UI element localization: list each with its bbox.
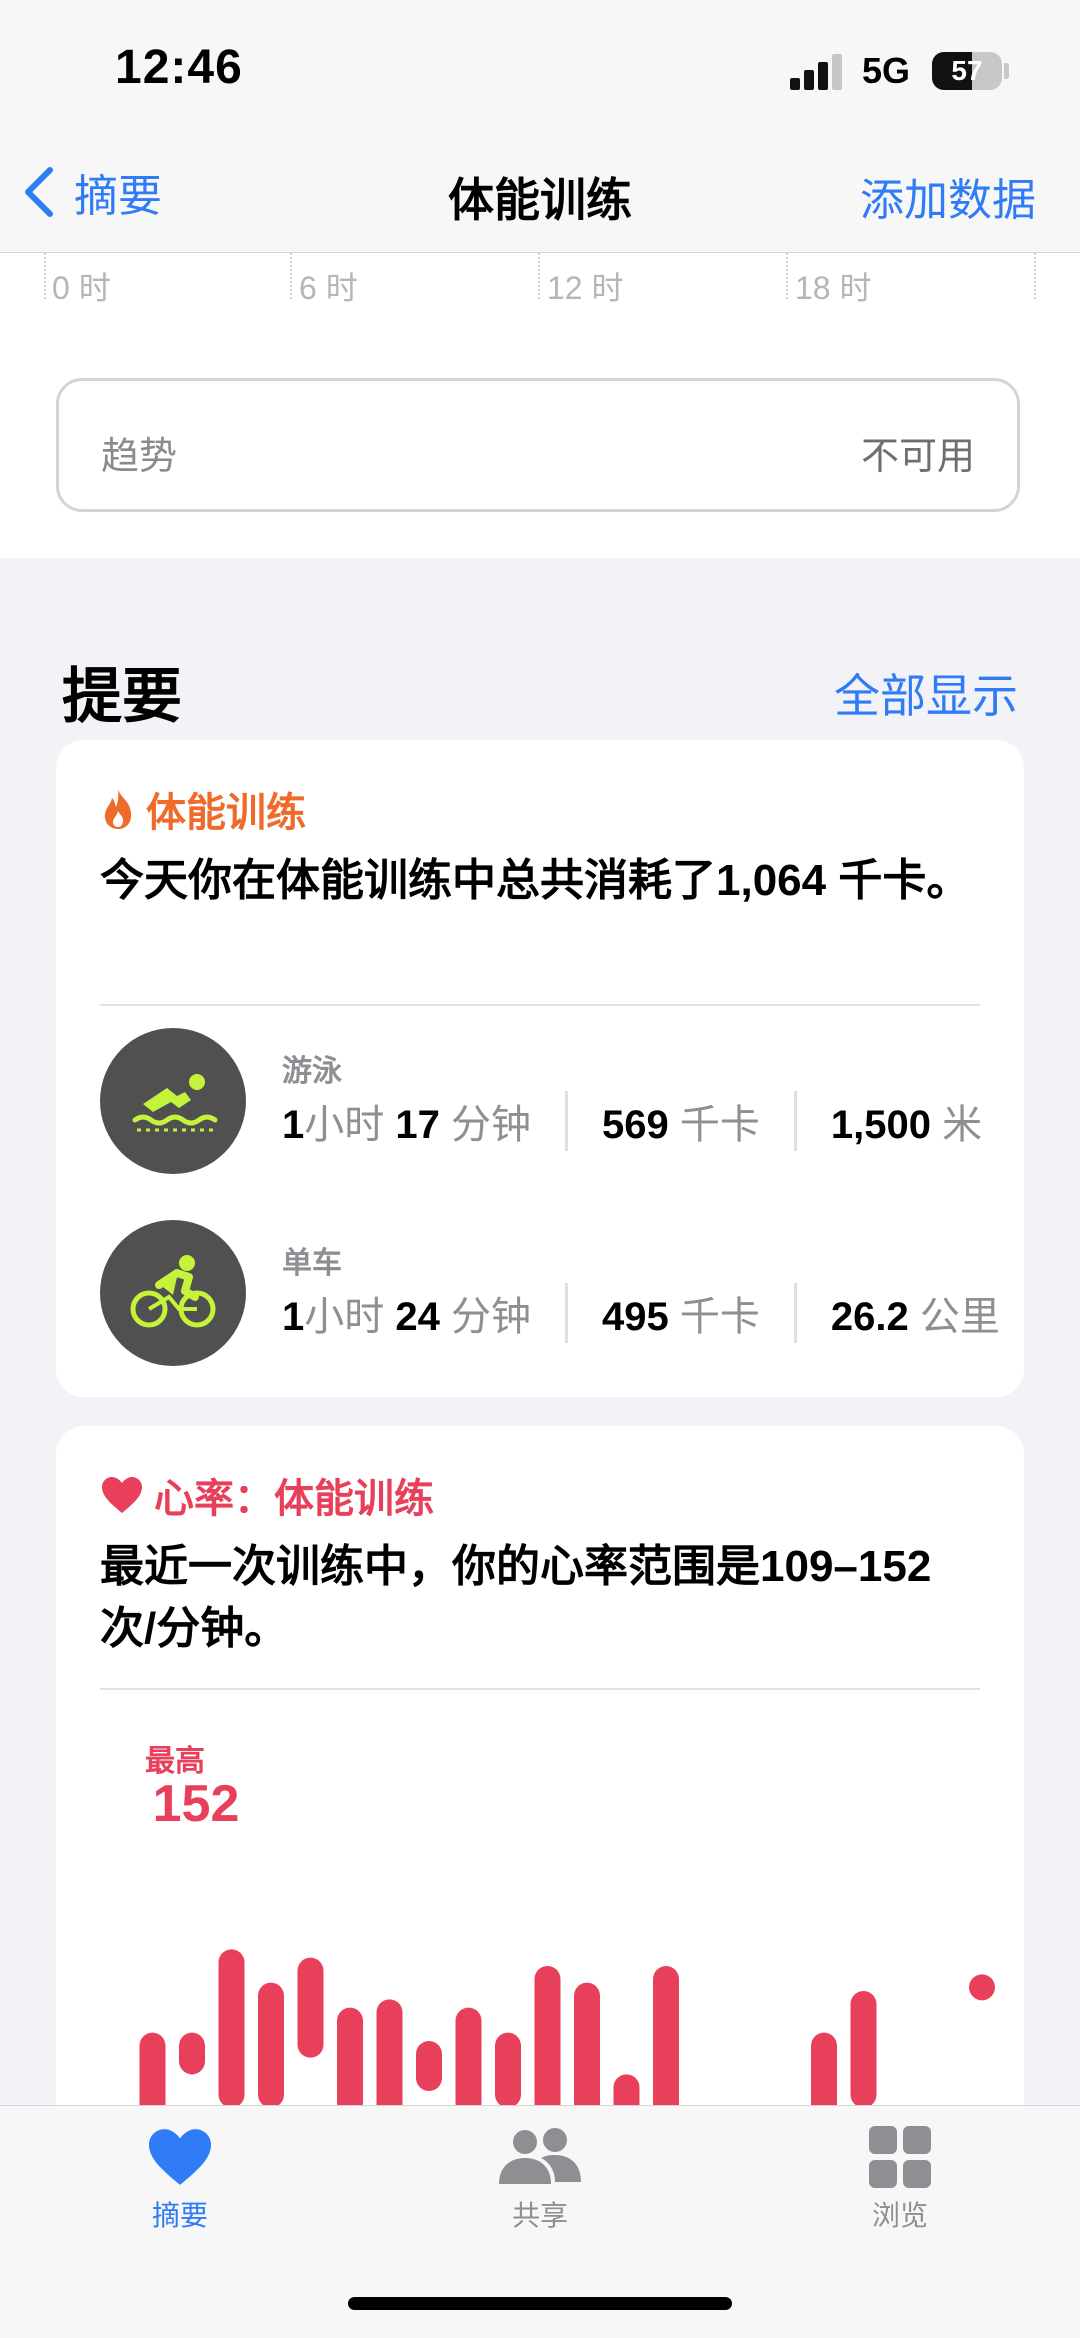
timeline-tick-label: 12 时	[547, 270, 624, 306]
navigation-bar: 摘要 体能训练 添加数据	[0, 140, 1080, 253]
trend-row[interactable]: 趋势 不可用	[56, 378, 1020, 512]
energy-value: 495 千卡	[602, 1295, 760, 1339]
hr-range-bar	[455, 2007, 482, 2116]
duration-value: 1小时 24 分钟	[282, 1295, 531, 1339]
tab-label: 浏览	[871, 2200, 928, 2231]
battery-nub	[1004, 63, 1009, 79]
timeline-tick	[1034, 253, 1036, 299]
timeline-tick-label: 0 时	[52, 270, 111, 306]
distance-value: 26.2 公里	[830, 1295, 1000, 1339]
distance-value: 1,500 米	[830, 1103, 983, 1147]
timeline-tick	[538, 253, 540, 299]
hr-range-bar	[534, 1966, 561, 2125]
add-data-button[interactable]: 添加数据	[860, 164, 1036, 228]
hr-range-bar	[337, 2007, 363, 2116]
activity-row-swimming[interactable]: 游泳 1小时 17 分钟 569 千卡 1,500 米	[100, 1028, 1000, 1178]
heart-icon	[102, 1477, 142, 1513]
metric-separator	[793, 1283, 797, 1343]
hr-range-bar	[416, 2041, 442, 2091]
metric-separator	[565, 1091, 568, 1151]
tab-summary[interactable]: 摘要	[80, 2126, 280, 2234]
metric-separator	[793, 1091, 797, 1151]
metric-separator	[565, 1283, 568, 1343]
card-summary: 最近一次训练中，你的心率范围是109–152 次/分钟。	[100, 1542, 932, 1653]
activity-row-cycling[interactable]: 单车 1小时 24 分钟 495 千卡 26.2 公里	[100, 1220, 1000, 1370]
tab-browse[interactable]: 浏览	[800, 2126, 1000, 2234]
heart-icon	[149, 2129, 211, 2185]
flame-icon	[104, 789, 132, 829]
show-all-button[interactable]: 全部显示	[834, 660, 1018, 726]
hr-range-bar	[850, 1991, 877, 2108]
cellular-signal-icon	[790, 54, 842, 90]
timeline-tick-label: 18 时	[795, 270, 872, 306]
divider	[100, 1004, 980, 1006]
trend-label: 趋势	[101, 436, 178, 478]
network-type: 5G	[862, 50, 911, 91]
timeline-tick	[786, 253, 788, 299]
card-header: 体能训练	[100, 780, 306, 838]
battery-icon: 57	[932, 52, 1002, 90]
highlights-title: 提要	[62, 663, 182, 730]
cycling-icon	[130, 1255, 216, 1328]
duration-value: 1小时 17 分钟	[282, 1103, 531, 1147]
swimming-icon	[132, 1074, 218, 1132]
hr-range-bar	[258, 1982, 284, 2108]
workout-highlight-card[interactable]: 体能训练 今天你在体能训练中总共消耗了1,064 千卡。 游泳 1小时 17 分…	[56, 740, 1024, 1397]
tab-label: 共享	[511, 2200, 568, 2231]
trend-value: 不可用	[860, 436, 975, 478]
tab-label: 摘要	[151, 2200, 208, 2231]
people-icon	[499, 2128, 581, 2184]
grid-icon	[869, 2126, 931, 2188]
activity-name: 单车	[282, 1247, 342, 1280]
hr-range-bar	[179, 2032, 205, 2075]
tab-sharing[interactable]: 共享	[440, 2126, 640, 2234]
energy-value: 569 千卡	[602, 1103, 760, 1147]
activity-metrics: 1小时 17 分钟 569 千卡 1,500 米	[282, 1086, 982, 1156]
card-summary: 今天你在体能训练中总共消耗了1,064 千卡。	[100, 856, 971, 905]
home-indicator	[348, 2297, 732, 2310]
hr-range-bar	[495, 2032, 521, 2108]
hr-range-bar	[297, 1957, 324, 2058]
activity-badge	[100, 1028, 246, 1174]
hr-range-bar	[218, 1949, 245, 2108]
card-title: 心率：体能训练	[154, 1477, 434, 1521]
status-time: 12:46	[115, 41, 243, 94]
activity-metrics: 1小时 24 分钟 495 千卡 26.2 公里	[282, 1278, 1000, 1348]
chart-area: 0 时 6 时 12 时 18 时 趋势 不可用	[0, 253, 1080, 558]
battery-level: 57	[951, 55, 983, 86]
card-title: 体能训练	[146, 791, 306, 835]
timeline-tick-label: 6 时	[299, 270, 358, 306]
hr-range-bar	[969, 1974, 995, 2001]
activity-badge	[100, 1220, 246, 1366]
timeline-tick	[44, 253, 46, 299]
status-bar: 12:46 5G 57	[0, 0, 1080, 140]
card-header: 心率：体能训练	[100, 1466, 434, 1524]
divider	[100, 1688, 980, 1690]
activity-name: 游泳	[282, 1055, 342, 1088]
timeline-tick	[290, 253, 292, 299]
